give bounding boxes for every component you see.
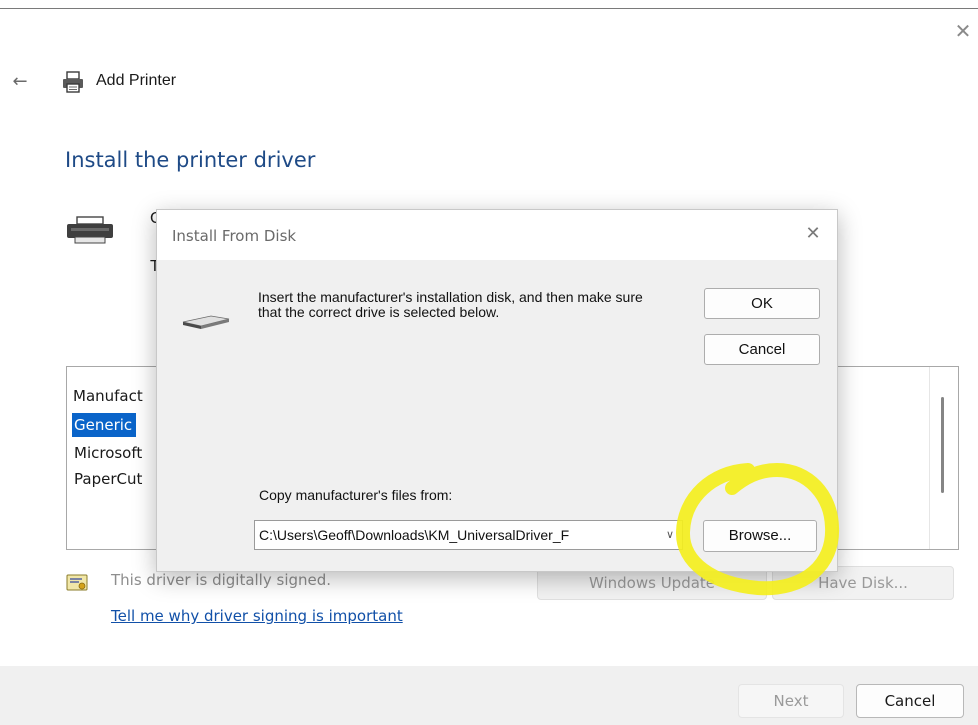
- dialog-cancel-button[interactable]: Cancel: [704, 334, 820, 365]
- list-item-microsoft[interactable]: Microsoft: [72, 441, 146, 465]
- install-from-disk-dialog: Install From Disk ✕ Insert the manufactu…: [156, 209, 838, 572]
- driver-signed-text: This driver is digitally signed.: [111, 571, 332, 589]
- back-arrow-icon[interactable]: ←: [6, 70, 34, 94]
- driver-signing-link[interactable]: Tell me why driver signing is important: [111, 607, 403, 625]
- next-button[interactable]: Next: [738, 684, 844, 718]
- page-heading: Install the printer driver: [65, 148, 316, 172]
- chevron-down-icon[interactable]: ∨: [660, 521, 680, 549]
- certificate-icon: [66, 574, 88, 591]
- top-border: [0, 8, 978, 9]
- window-close-icon[interactable]: ✕: [952, 20, 974, 42]
- list-item-generic[interactable]: Generic: [72, 413, 137, 437]
- source-path-combobox[interactable]: C:\Users\Geoff\Downloads\KM_UniversalDri…: [254, 520, 683, 550]
- dialog-close-icon[interactable]: ✕: [802, 223, 824, 245]
- dialog-title: Install From Disk: [172, 227, 297, 245]
- cancel-button[interactable]: Cancel: [856, 684, 964, 718]
- source-path-value[interactable]: C:\Users\Geoff\Downloads\KM_UniversalDri…: [259, 521, 657, 549]
- window-title: Add Printer: [96, 72, 177, 89]
- printer-device-icon: [67, 216, 113, 244]
- list-item-papercut[interactable]: PaperCut: [72, 467, 146, 491]
- ok-button[interactable]: OK: [704, 288, 820, 319]
- disk-drive-icon: [182, 315, 230, 329]
- printer-icon: [63, 71, 83, 93]
- copy-files-label: Copy manufacturer's files from:: [259, 487, 453, 503]
- browse-button[interactable]: Browse...: [703, 520, 817, 552]
- list-scrollbar-thumb[interactable]: [941, 397, 944, 493]
- manufacturer-column-header: Manufact: [73, 387, 143, 405]
- dialog-message: Insert the manufacturer's installation d…: [258, 289, 643, 320]
